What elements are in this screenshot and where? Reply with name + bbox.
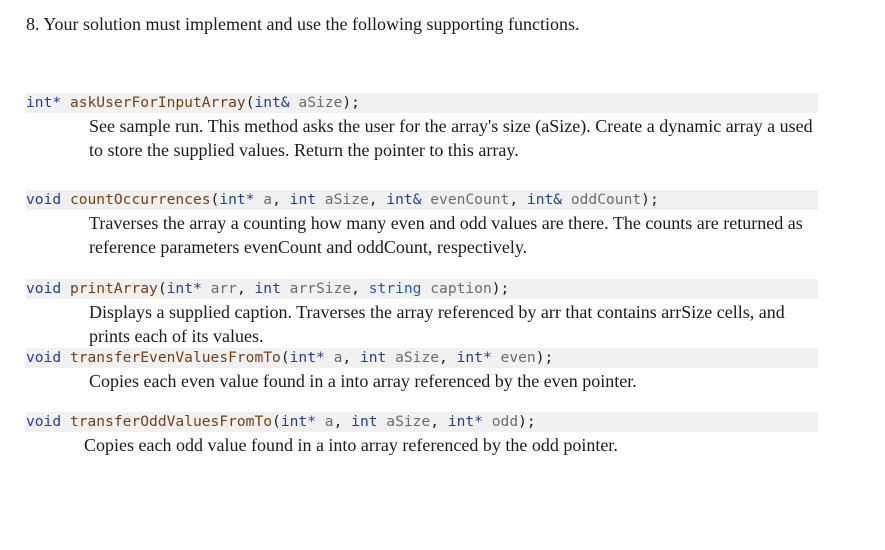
signature-token: int — [351, 413, 378, 430]
signature-token: even — [491, 349, 536, 366]
signature-token: ( — [272, 413, 281, 430]
signature-token: void — [26, 413, 62, 430]
signature-token — [61, 349, 70, 366]
signature-token: , — [351, 280, 369, 297]
function-signature: void transferEvenValuesFromTo(int* a, in… — [26, 348, 818, 368]
signature-token: int& — [254, 94, 290, 111]
signature-token: arrSize — [280, 280, 352, 297]
signature-token: a — [324, 349, 343, 366]
signature-token — [61, 94, 70, 111]
signature-token: askUserForInputArray — [69, 94, 246, 111]
signature-token: a — [316, 413, 334, 430]
signature-token: aSize — [289, 94, 343, 111]
function-entry-transfer-even-values: void transferEvenValuesFromTo(int* a, in… — [0, 348, 885, 393]
signature-token: aSize — [386, 349, 440, 366]
signature-token: int* — [219, 191, 255, 208]
signature-token: transferOddValuesFromTo — [69, 413, 273, 430]
signature-token: int* — [289, 349, 325, 366]
signature-token: int* — [280, 413, 316, 430]
function-signature: void countOccurrences(int* a, int aSize,… — [26, 190, 818, 210]
signature-token: ); — [641, 191, 659, 208]
signature-token: ( — [280, 349, 290, 366]
signature-token: , — [439, 349, 457, 366]
signature-token — [61, 413, 70, 430]
function-description: Copies each even value found in a into a… — [89, 371, 637, 391]
signature-token: transferEvenValuesFromTo — [69, 349, 281, 366]
signature-token: odd — [482, 413, 519, 430]
signature-token: void — [26, 280, 62, 297]
signature-token: ); — [491, 280, 510, 297]
signature-token: , — [430, 413, 448, 430]
signature-token: aSize — [377, 413, 431, 430]
signature-token: oddCount — [562, 191, 642, 208]
signature-token: printArray — [69, 280, 158, 297]
signature-token: ); — [518, 413, 536, 430]
function-description: See sample run. This method asks the use… — [89, 116, 813, 160]
function-entry-transfer-odd-values: void transferOddValuesFromTo(int* a, int… — [0, 412, 885, 457]
signature-token — [61, 280, 70, 297]
signature-token: int — [254, 280, 281, 297]
signature-token: int — [289, 191, 317, 208]
signature-token: , — [272, 191, 290, 208]
signature-token: , — [342, 349, 360, 366]
function-signature: void transferOddValuesFromTo(int* a, int… — [26, 412, 818, 432]
signature-token: aSize — [316, 191, 369, 208]
function-entry-ask-user-for-input-array: int* askUserForInputArray(int& aSize); S… — [0, 93, 885, 162]
signature-token: int* — [456, 349, 492, 366]
signature-token: void — [26, 349, 62, 366]
signature-token: a — [254, 191, 273, 208]
signature-token: arr — [201, 280, 237, 297]
signature-token: evenCount — [421, 191, 510, 208]
signature-token: int& — [526, 191, 563, 208]
signature-token: caption — [421, 280, 492, 297]
signature-token: , — [333, 413, 352, 430]
signature-token: string — [368, 280, 422, 297]
signature-token: ); — [535, 349, 554, 366]
signature-token: , — [368, 191, 387, 208]
function-signature: int* askUserForInputArray(int& aSize); — [26, 93, 818, 113]
function-description: Traverses the array a counting how many … — [89, 213, 803, 257]
signature-token: void — [26, 191, 62, 208]
signature-token: int* — [166, 280, 202, 297]
signature-token: ( — [157, 280, 167, 297]
function-description: Displays a supplied caption. Traverses t… — [89, 302, 785, 346]
function-signature: void printArray(int* arr, int arrSize, s… — [26, 279, 818, 299]
signature-token — [61, 191, 70, 208]
signature-token: int* — [447, 413, 483, 430]
function-entry-count-occurrences: void countOccurrences(int* a, int aSize,… — [0, 190, 885, 259]
signature-token: int — [359, 349, 387, 366]
signature-token: ); — [342, 94, 360, 111]
signature-token: int* — [26, 94, 62, 111]
function-entry-print-array: void printArray(int* arr, int arrSize, s… — [0, 279, 885, 348]
signature-token: countOccurrences — [69, 191, 211, 208]
function-description: Copies each odd value found in a into ar… — [84, 435, 618, 455]
section-heading: 8. Your solution must implement and use … — [26, 14, 580, 34]
signature-token: , — [236, 280, 255, 297]
signature-token: , — [509, 191, 527, 208]
signature-token: int& — [386, 191, 422, 208]
